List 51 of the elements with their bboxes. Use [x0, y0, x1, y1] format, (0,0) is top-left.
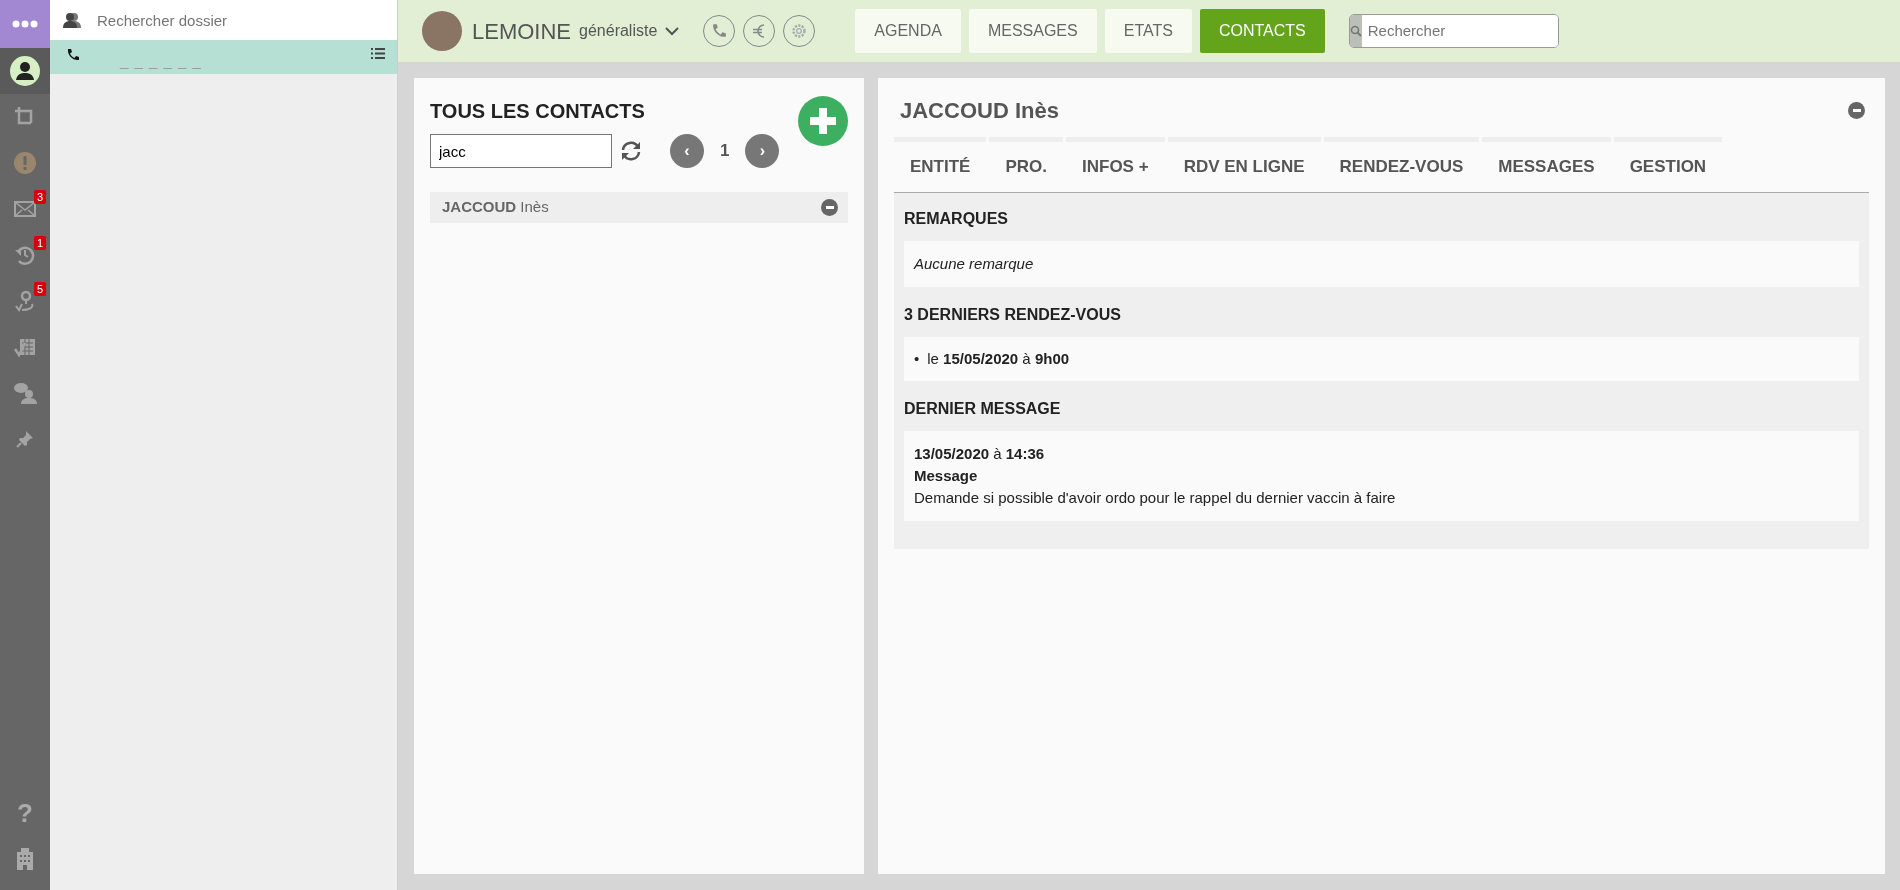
user-role: généraliste	[579, 21, 658, 41]
plus-icon	[810, 108, 836, 134]
avatar	[422, 11, 462, 51]
pin-icon[interactable]	[16, 430, 34, 448]
gear-icon	[790, 22, 809, 40]
user-icon[interactable]	[10, 56, 40, 86]
count-badge: 3	[33, 190, 46, 204]
clock-icon[interactable]	[14, 244, 36, 266]
message-body: Demande si possible d'avoir ordo pour le rappel du dernier vaccin à faire	[914, 488, 1397, 508]
add-contact-button[interactable]	[798, 96, 848, 146]
nav-tab[interactable]: AGENDA	[855, 9, 961, 53]
message-subject: Message	[914, 466, 979, 486]
alert-icon[interactable]	[14, 152, 36, 174]
phone-icon	[711, 23, 728, 39]
message-date: 13/05/2020 à 14:36	[914, 444, 1046, 464]
previous-page-button[interactable]: ‹	[670, 134, 704, 168]
menu-icon[interactable]	[12, 20, 38, 28]
phone-icon	[66, 48, 80, 62]
nav-tab[interactable]: ETATS	[1104, 9, 1192, 53]
next-page-button[interactable]: ›	[745, 134, 780, 168]
collapse-icon[interactable]	[821, 199, 838, 216]
user-name: LEMOINE	[472, 17, 572, 46]
search-icon	[1349, 25, 1362, 37]
contact-name: JACCOUD Inès	[442, 197, 549, 218]
page-number: 1	[720, 140, 730, 163]
collapse-icon[interactable]	[1848, 102, 1865, 119]
section-title: DERNIER MESSAGE	[904, 399, 1062, 419]
euro-icon	[752, 22, 767, 40]
chevron-down-icon[interactable]	[665, 26, 680, 36]
bullet: •	[914, 349, 920, 369]
count-badge: 5	[33, 282, 46, 296]
contact-name: JACCOUD Inès	[899, 97, 1059, 125]
remarks-text: Aucune remarque	[914, 254, 1034, 272]
search-field[interactable]: Rechercher dossier	[50, 0, 397, 40]
contact-row[interactable]: JACCOUD Inès	[430, 192, 848, 223]
section-title: 3 DERNIERS RENDEZ-VOUS	[904, 305, 1122, 325]
appointment-text: le 15/05/2020 à 9h00	[927, 349, 1070, 369]
person-chat-icon[interactable]	[13, 382, 37, 404]
filter-field[interactable]: jacc	[430, 134, 612, 168]
section-title: REMARQUES	[904, 208, 1009, 229]
panel-title: TOUS LES CONTACTS	[430, 99, 646, 124]
building-icon[interactable]	[16, 848, 34, 870]
refresh-icon[interactable]	[620, 140, 642, 162]
search-field[interactable]: Rechercher	[1348, 14, 1559, 48]
location-icon[interactable]	[14, 290, 36, 312]
nav-tab[interactable]: MESSAGES	[968, 9, 1097, 53]
list-icon[interactable]	[371, 48, 385, 59]
calendar-icon[interactable]	[14, 336, 36, 358]
envelope-icon[interactable]	[14, 201, 36, 217]
phone-number: _ _ _ _ _ _	[120, 51, 202, 71]
count-badge: 1	[33, 236, 46, 250]
